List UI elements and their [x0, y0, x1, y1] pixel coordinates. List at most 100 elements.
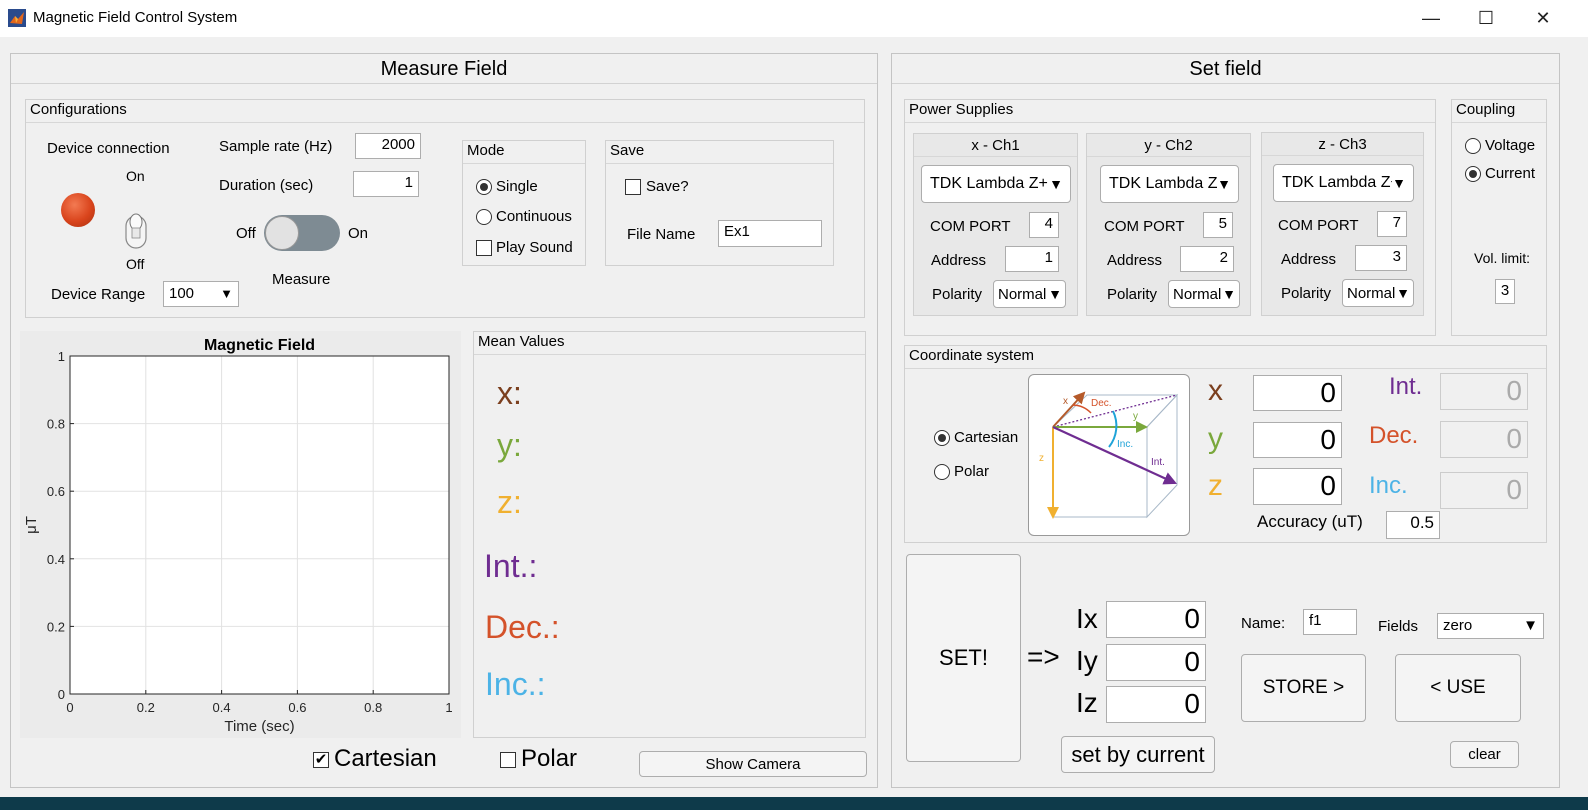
dropdown-arrow-icon: ▼: [220, 286, 233, 301]
save-group: Save: [605, 140, 834, 266]
measure-toggle[interactable]: [264, 215, 340, 251]
use-button[interactable]: < USE: [1395, 654, 1521, 722]
dropdown-arrow-icon: ▼: [1523, 617, 1538, 634]
coupling-current-label: Current: [1485, 165, 1536, 182]
play-sound-checkbox[interactable]: [476, 240, 492, 256]
dropdown-arrow-icon: ▼: [1217, 176, 1231, 192]
clear-button[interactable]: clear: [1450, 741, 1519, 768]
coord-x-input[interactable]: 0: [1253, 375, 1342, 411]
ix-label: Ix: [1076, 603, 1098, 634]
channel-z-polarity-select[interactable]: Normal ▼: [1342, 279, 1414, 307]
configurations-title: Configurations: [30, 101, 127, 118]
coordinate-polar-label: Polar: [954, 463, 990, 480]
coordinate-cartesian-radio[interactable]: [934, 430, 950, 446]
coord-dec-output: 0: [1440, 421, 1528, 458]
window-title: Magnetic Field Control System: [33, 9, 238, 26]
clear-button-label: clear: [1468, 746, 1501, 763]
channel-y-polarity-select[interactable]: Normal ▼: [1168, 280, 1240, 308]
sample-rate-input[interactable]: 2000: [355, 133, 421, 159]
minimize-icon: —: [1422, 7, 1440, 28]
mean-z-label: z:: [497, 484, 522, 520]
device-range-select[interactable]: 100 ▼: [163, 281, 239, 307]
channel-x-polarity-select[interactable]: Normal ▼: [993, 280, 1066, 308]
show-camera-button[interactable]: Show Camera: [639, 751, 867, 777]
store-button[interactable]: STORE >: [1241, 654, 1366, 722]
coord-inc-label: Inc.: [1369, 472, 1408, 499]
iy-input[interactable]: 0: [1106, 644, 1206, 681]
vol-limit-label: Vol. limit:: [1474, 250, 1531, 266]
x-tick-label: 0.8: [364, 700, 382, 715]
channel-y-polarity-label: Polarity: [1107, 286, 1158, 303]
device-connection-switch[interactable]: [123, 210, 149, 250]
coord-inc-output: 0: [1440, 472, 1528, 509]
arrow-label: =>: [1027, 641, 1060, 672]
y-tick-label: 1: [58, 349, 65, 364]
set-field-title: Set field: [892, 54, 1559, 84]
iz-input[interactable]: 0: [1106, 686, 1206, 723]
coord-z-label: z: [1208, 469, 1223, 502]
save-title: Save: [610, 142, 645, 159]
channel-y-address-input[interactable]: 2: [1180, 246, 1234, 272]
channel-y-com-port-input[interactable]: 5: [1203, 212, 1233, 238]
ix-input[interactable]: 0: [1106, 601, 1206, 638]
mode-title: Mode: [467, 142, 505, 159]
coordinate-polar-radio[interactable]: [934, 464, 950, 480]
channel-z-com-port-input[interactable]: 7: [1377, 211, 1407, 237]
channel-z-address-input[interactable]: 3: [1355, 245, 1407, 271]
channel-x-address-input[interactable]: 1: [1005, 246, 1059, 272]
coordinate-system-title: Coordinate system: [909, 347, 1035, 364]
y-tick-label: 0.4: [47, 552, 65, 567]
set-by-current-button[interactable]: set by current: [1061, 736, 1215, 773]
mode-continuous-radio[interactable]: [476, 209, 492, 225]
channel-y-title: y - Ch2: [1144, 137, 1193, 154]
taskbar-edge: [0, 797, 1588, 810]
file-name-input[interactable]: Ex1: [718, 220, 822, 247]
sample-rate-label: Sample rate (Hz): [219, 138, 333, 155]
toggle-on-label: On: [348, 225, 369, 242]
diagram-x-label: x: [1063, 396, 1068, 407]
power-supplies-title: Power Supplies: [909, 101, 1014, 118]
diagram-int-label: Int.: [1151, 457, 1165, 468]
accuracy-input[interactable]: 0.5: [1386, 511, 1440, 539]
close-button[interactable]: ✕: [1517, 0, 1569, 36]
name-input[interactable]: f1: [1303, 609, 1357, 635]
coord-z-input[interactable]: 0: [1253, 468, 1342, 505]
coord-y-input[interactable]: 0: [1253, 422, 1342, 458]
maximize-icon: ☐: [1477, 7, 1495, 28]
channel-x-com-port-input[interactable]: 4: [1029, 212, 1059, 238]
save-checkbox[interactable]: [625, 179, 641, 195]
coupling-voltage-radio[interactable]: [1465, 138, 1481, 154]
dropdown-arrow-icon: ▼: [1049, 176, 1063, 192]
vol-limit-input[interactable]: 3: [1495, 279, 1515, 304]
switch-on-label: On: [126, 168, 145, 184]
channel-x-title: x - Ch1: [971, 137, 1020, 154]
coupling-current-radio[interactable]: [1465, 166, 1481, 182]
set-button[interactable]: SET!: [906, 554, 1021, 762]
cartesian-checkbox[interactable]: ✔: [313, 752, 329, 768]
y-tick-label: 0.8: [47, 417, 65, 432]
maximize-button[interactable]: ☐: [1460, 0, 1512, 36]
mode-single-radio[interactable]: [476, 179, 492, 195]
minimize-button[interactable]: —: [1405, 0, 1457, 36]
fields-select[interactable]: zero ▼: [1437, 613, 1544, 639]
switch-off-label: Off: [126, 256, 145, 272]
play-sound-label: Play Sound: [496, 239, 573, 256]
channel-x-com-port-label: COM PORT: [930, 218, 1011, 235]
coord-int-output: 0: [1440, 373, 1528, 410]
x-tick-label: 0: [66, 700, 73, 715]
y-tick-label: 0.2: [47, 619, 65, 634]
coordinate-axes-icon: x Dec. y Inc. Int. z: [1039, 391, 1179, 519]
connection-status-led: [61, 193, 95, 227]
toggle-knob: [265, 216, 299, 250]
channel-z-device-select[interactable]: TDK Lambda Z+ ▼: [1273, 164, 1414, 202]
set-button-label: SET!: [939, 645, 988, 670]
x-axis-label: Time (sec): [224, 718, 294, 735]
polar-checkbox[interactable]: [500, 752, 516, 768]
magnetic-field-chart: 0 0.2 0.4 0.6 0.8 1 0 0.2 0.4 0.6 0.8 1 Magnetic Fie…: [23, 337, 453, 735]
x-tick-label: 0.2: [137, 700, 155, 715]
channel-z-device-value: TDK Lambda Z+: [1282, 174, 1400, 191]
channel-y-device-select[interactable]: TDK Lambda Z+ ▼: [1100, 165, 1239, 203]
channel-x-device-select[interactable]: TDK Lambda Z+ ▼: [921, 165, 1071, 203]
duration-input[interactable]: 1: [353, 171, 419, 197]
cartesian-label: Cartesian: [334, 745, 437, 772]
